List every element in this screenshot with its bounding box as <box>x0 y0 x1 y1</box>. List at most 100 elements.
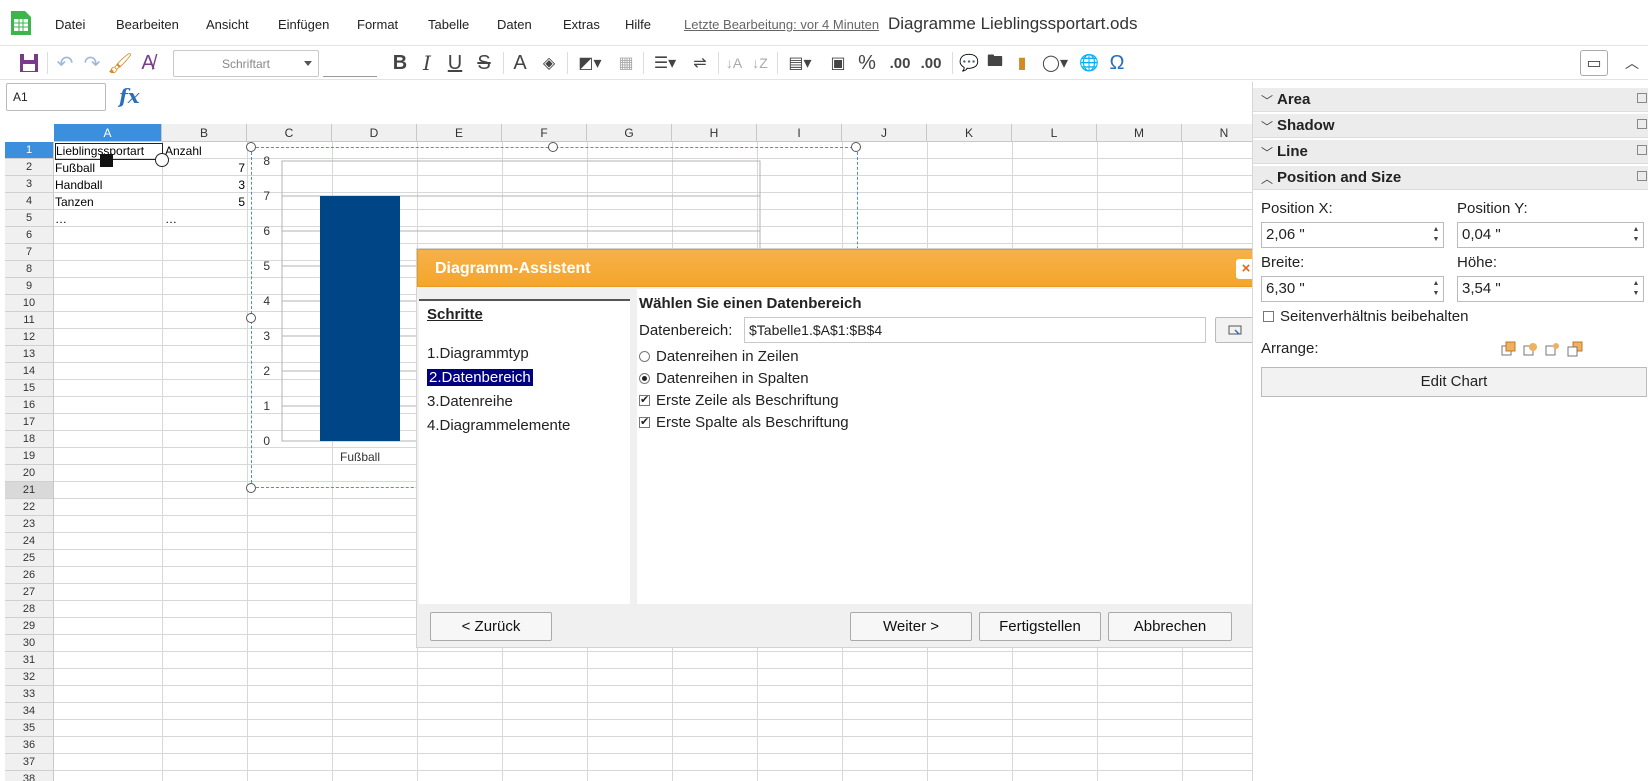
column-header-h[interactable]: H <box>672 124 757 142</box>
column-header-a[interactable]: A <box>54 124 162 142</box>
menu-datei[interactable]: Datei <box>55 17 85 32</box>
row-header-33[interactable]: 33 <box>5 686 54 703</box>
font-name-combo[interactable]: Schriftart <box>173 50 319 77</box>
column-header-m[interactable]: M <box>1097 124 1182 142</box>
menu-bearbeiten[interactable]: Bearbeiten <box>116 17 179 32</box>
row-header-14[interactable]: 14 <box>5 363 54 380</box>
borders-icon[interactable]: ▦ <box>614 50 638 76</box>
row-header-20[interactable]: 20 <box>5 465 54 482</box>
cell-a2[interactable]: Fußball <box>55 161 95 175</box>
row-header-38[interactable]: 38 <box>5 771 54 781</box>
row-header-27[interactable]: 27 <box>5 584 54 601</box>
row-header-32[interactable]: 32 <box>5 669 54 686</box>
series-in-columns-radio[interactable]: Datenreihen in Spalten <box>639 370 809 387</box>
section-position-size[interactable]: ︿ Position and Size <box>1253 166 1648 190</box>
cell-b2[interactable]: 7 <box>162 161 245 175</box>
highlight-icon[interactable]: ◈ <box>537 50 561 76</box>
section-shadow[interactable]: ﹀ Shadow <box>1253 114 1648 138</box>
select-range-button[interactable] <box>1215 317 1255 343</box>
column-header-i[interactable]: I <box>757 124 842 142</box>
cell-b5[interactable]: … <box>165 212 177 226</box>
document-title[interactable]: Diagramme Lieblingssportart.ods <box>888 14 1137 34</box>
redo-icon[interactable]: ↷ <box>80 50 104 76</box>
row-header-25[interactable]: 25 <box>5 550 54 567</box>
menu-hilfe[interactable]: Hilfe <box>625 17 651 32</box>
last-edit-link[interactable]: Letzte Bearbeitung: vor 4 Minuten <box>684 17 879 32</box>
function-wizard-icon[interactable]: fx <box>119 84 140 108</box>
row-header-12[interactable]: 12 <box>5 329 54 346</box>
more-options-icon[interactable] <box>1637 145 1647 155</box>
data-range-input[interactable]: $Tabelle1.$A$1:$B$4 <box>744 317 1206 343</box>
spin-arrows-icon[interactable]: ▲ ▼ <box>1431 279 1441 299</box>
keep-ratio-checkbox[interactable]: Seitenverhältnis beibehalten <box>1263 308 1468 325</box>
column-header-c[interactable]: C <box>247 124 332 142</box>
column-header-k[interactable]: K <box>927 124 1012 142</box>
height-input[interactable]: 3,54 " ▲ ▼ <box>1457 276 1644 302</box>
row-header-5[interactable]: 5 <box>5 210 54 227</box>
back-button[interactable]: < Zurück <box>430 612 552 641</box>
row-header-17[interactable]: 17 <box>5 414 54 431</box>
chart-handle-tr[interactable] <box>851 142 861 152</box>
row-header-28[interactable]: 28 <box>5 601 54 618</box>
first-column-label-checkbox[interactable]: Erste Spalte als Beschriftung <box>639 414 849 431</box>
underline-icon[interactable]: U <box>443 50 467 76</box>
row-header-26[interactable]: 26 <box>5 567 54 584</box>
row-header-15[interactable]: 15 <box>5 380 54 397</box>
strikethrough-icon[interactable]: S <box>472 50 496 76</box>
column-header-d[interactable]: D <box>332 124 417 142</box>
comment-icon[interactable]: 💬 <box>957 50 981 76</box>
column-header-n[interactable]: N <box>1182 124 1252 142</box>
row-header-3[interactable]: 3 <box>5 176 54 193</box>
hyperlink-icon[interactable]: 🌐 <box>1077 50 1101 76</box>
chart-handle-ml[interactable] <box>246 313 256 323</box>
cell-a5[interactable]: … <box>55 212 67 226</box>
row-header-24[interactable]: 24 <box>5 533 54 550</box>
step-data-series[interactable]: 3.Datenreihe <box>427 393 513 410</box>
column-header-l[interactable]: L <box>1012 124 1097 142</box>
row-header-36[interactable]: 36 <box>5 737 54 754</box>
step-chart-elements[interactable]: 4.Diagrammelemente <box>427 417 570 434</box>
chart-handle-tc[interactable] <box>548 142 558 152</box>
more-options-icon[interactable] <box>1637 171 1647 181</box>
cancel-button[interactable]: Abbrechen <box>1108 612 1232 641</box>
send-to-back-icon[interactable] <box>1567 341 1583 357</box>
align-icon[interactable]: ☰▾ <box>648 50 682 76</box>
font-size-combo[interactable] <box>323 50 377 77</box>
cell-a3[interactable]: Handball <box>55 178 102 192</box>
row-header-7[interactable]: 7 <box>5 244 54 261</box>
row-header-2[interactable]: 2 <box>5 159 54 176</box>
row-header-18[interactable]: 18 <box>5 431 54 448</box>
cell-a4[interactable]: Tanzen <box>55 195 94 209</box>
row-header-1[interactable]: 1 <box>5 142 54 159</box>
add-decimal-icon[interactable]: .00 <box>916 50 946 76</box>
row-header-11[interactable]: 11 <box>5 312 54 329</box>
chart-handle-tl[interactable] <box>246 142 256 152</box>
row-header-4[interactable]: 4 <box>5 193 54 210</box>
wrap-text-icon[interactable]: ⇌ <box>688 50 712 76</box>
row-header-13[interactable]: 13 <box>5 346 54 363</box>
chart-handle-bl[interactable] <box>246 483 256 493</box>
spin-arrows-icon[interactable]: ▲ ▼ <box>1631 279 1641 299</box>
first-row-label-checkbox[interactable]: Erste Zeile als Beschriftung <box>639 392 839 409</box>
section-line[interactable]: ﹀ Line <box>1253 140 1648 164</box>
more-options-icon[interactable] <box>1637 119 1647 129</box>
name-box[interactable]: A1 <box>6 83 106 111</box>
currency-icon[interactable]: ▣ <box>826 50 850 76</box>
bold-icon[interactable]: B <box>388 50 412 76</box>
menu-extras[interactable]: Extras <box>563 17 600 32</box>
sort-ascending-icon[interactable]: ↓A <box>722 50 746 76</box>
backward-one-icon[interactable] <box>1545 341 1561 357</box>
menu-tabelle[interactable]: Tabelle <box>428 17 469 32</box>
step-chart-type[interactable]: 1.Diagrammtyp <box>427 345 529 362</box>
italic-icon[interactable]: I <box>416 50 438 76</box>
row-header-37[interactable]: 37 <box>5 754 54 771</box>
row-header-29[interactable]: 29 <box>5 618 54 635</box>
font-color-icon[interactable]: A <box>508 50 532 76</box>
column-header-e[interactable]: E <box>417 124 502 142</box>
step-data-range[interactable]: 2.Datenbereich <box>427 369 533 386</box>
special-character-icon[interactable]: Ω <box>1105 50 1129 76</box>
menu-ansicht[interactable]: Ansicht <box>206 17 249 32</box>
menu-format[interactable]: Format <box>357 17 398 32</box>
row-header-9[interactable]: 9 <box>5 278 54 295</box>
save-icon[interactable] <box>16 50 42 76</box>
